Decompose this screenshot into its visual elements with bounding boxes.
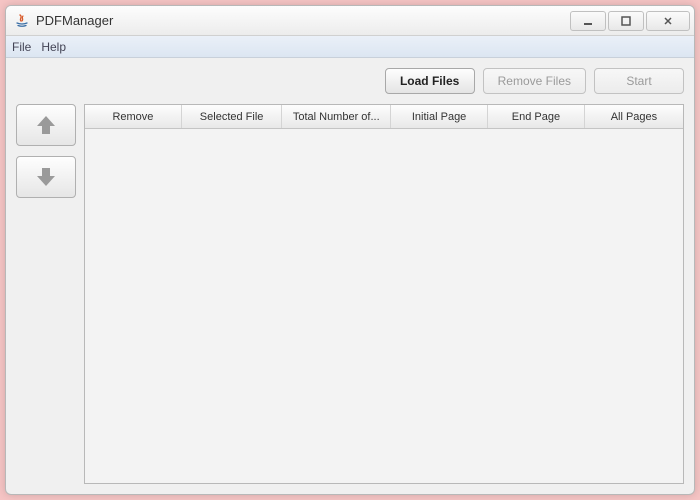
arrow-up-icon xyxy=(33,112,59,138)
col-end-page[interactable]: End Page xyxy=(488,105,585,128)
col-initial-page[interactable]: Initial Page xyxy=(391,105,488,128)
move-down-button[interactable] xyxy=(16,156,76,198)
table-header: Remove Selected File Total Number of... … xyxy=(85,105,683,129)
start-button[interactable]: Start xyxy=(594,68,684,94)
menu-file[interactable]: File xyxy=(12,40,31,54)
app-window: PDFManager File Help Load Files Remove F… xyxy=(5,5,695,495)
menu-help[interactable]: Help xyxy=(41,40,66,54)
table-body xyxy=(85,129,683,483)
arrow-down-icon xyxy=(33,164,59,190)
window-title: PDFManager xyxy=(36,13,570,28)
load-files-button[interactable]: Load Files xyxy=(385,68,475,94)
reorder-controls xyxy=(16,104,76,484)
remove-files-button[interactable]: Remove Files xyxy=(483,68,586,94)
col-all-pages[interactable]: All Pages xyxy=(585,105,683,128)
move-up-button[interactable] xyxy=(16,104,76,146)
menubar: File Help xyxy=(6,36,694,58)
java-app-icon xyxy=(14,13,30,29)
content-area: Load Files Remove Files Start xyxy=(6,58,694,494)
titlebar: PDFManager xyxy=(6,6,694,36)
col-total-pages[interactable]: Total Number of... xyxy=(282,105,391,128)
files-table: Remove Selected File Total Number of... … xyxy=(84,104,684,484)
minimize-button[interactable] xyxy=(570,11,606,31)
close-button[interactable] xyxy=(646,11,690,31)
window-controls xyxy=(570,11,690,31)
toolbar: Load Files Remove Files Start xyxy=(16,68,684,94)
maximize-button[interactable] xyxy=(608,11,644,31)
main-area: Remove Selected File Total Number of... … xyxy=(16,104,684,484)
col-selected-file[interactable]: Selected File xyxy=(182,105,282,128)
col-remove[interactable]: Remove xyxy=(85,105,182,128)
